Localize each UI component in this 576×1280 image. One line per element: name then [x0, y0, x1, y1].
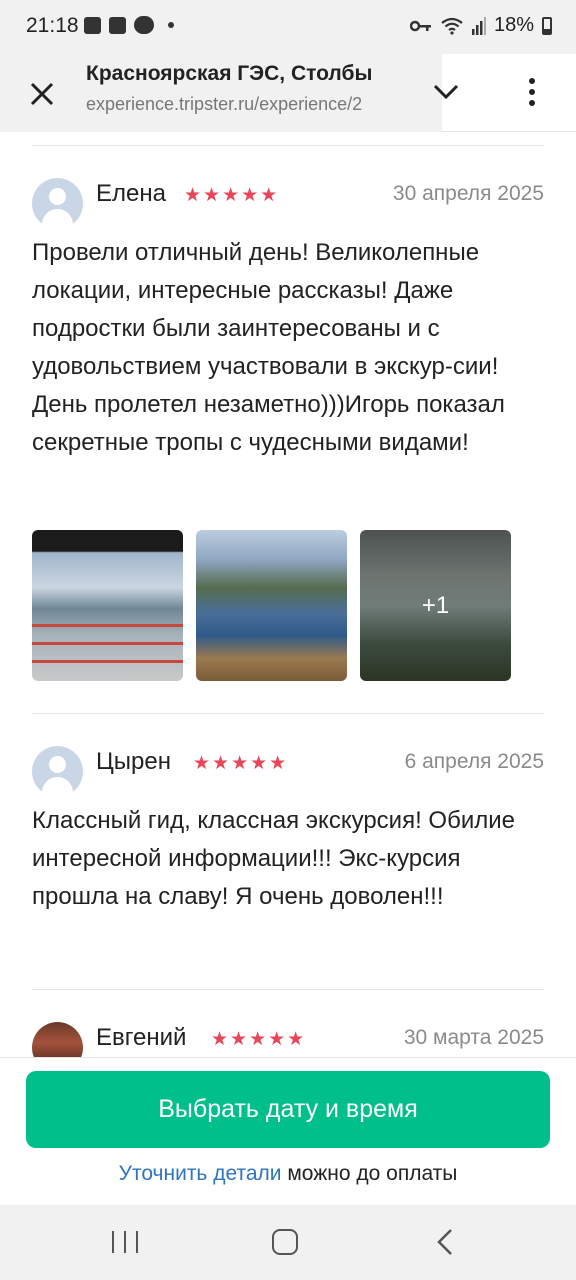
review-author: Елена	[96, 180, 166, 207]
system-status: 18%	[409, 14, 552, 37]
close-tab-button[interactable]	[20, 72, 64, 116]
review-author: Цырен	[96, 748, 171, 775]
avatar	[32, 746, 83, 797]
review-photo[interactable]	[32, 530, 183, 681]
expand-button[interactable]	[426, 72, 466, 112]
review-date: 30 апреля 2025	[392, 182, 544, 205]
clarify-details-link[interactable]: Уточнить детали	[119, 1162, 282, 1185]
divider	[32, 989, 544, 990]
review-text: Провели отличный день! Великолепные лока…	[32, 239, 505, 456]
wifi-icon	[441, 17, 463, 35]
close-icon	[30, 82, 54, 106]
battery-percent: 18%	[493, 14, 534, 36]
review-date: 6 апреля 2025	[404, 750, 544, 773]
recent-apps-button[interactable]	[112, 1231, 138, 1253]
avatar	[32, 1022, 83, 1057]
more-dot	[529, 100, 535, 106]
chevron-down-icon	[433, 84, 459, 100]
signal-icon	[471, 16, 486, 35]
status-bar: 21:18 18%	[0, 0, 576, 54]
back-icon[interactable]	[436, 1227, 454, 1257]
booking-panel: Выбрать дату и время Уточнить детали мож…	[0, 1057, 576, 1205]
battery-icon	[542, 16, 552, 35]
divider	[32, 713, 544, 714]
review-photos: +1	[32, 530, 511, 681]
review-text: Классный гид, классная экскурсия! Обилие…	[32, 807, 515, 910]
more-options-button[interactable]	[512, 70, 552, 114]
payment-note: Уточнить детали можно до оплаты	[0, 1162, 576, 1186]
browser-toolbar: Красноярская ГЭС, Столбы experience.trip…	[0, 54, 576, 132]
more-photos-count: +1	[421, 591, 450, 619]
payment-note-text: можно до оплаты	[281, 1162, 458, 1185]
more-dot	[529, 78, 535, 84]
review-item: Евгений ★★★★★ 30 марта 2025	[32, 1022, 544, 1057]
dot-icon	[168, 22, 174, 28]
review-author: Евгений	[96, 1024, 187, 1051]
home-button[interactable]	[272, 1229, 298, 1255]
more-dot	[529, 89, 535, 95]
review-photo-more[interactable]: +1	[360, 530, 511, 681]
review-photo[interactable]	[196, 530, 347, 681]
chat-icon	[134, 16, 154, 34]
reviews-list[interactable]: Елена ★★★★★ 30 апреля 2025 Провели отлич…	[0, 132, 576, 1057]
rating-stars: ★★★★★	[211, 1029, 307, 1050]
divider	[32, 145, 544, 146]
choose-date-button[interactable]: Выбрать дату и время	[26, 1071, 550, 1148]
check-icon	[109, 16, 126, 34]
page-url[interactable]: experience.tripster.ru/experience/2	[86, 94, 404, 115]
review-date: 30 марта 2025	[403, 1026, 544, 1049]
image-icon	[84, 16, 101, 34]
key-icon	[409, 20, 431, 31]
status-time: 21:18	[26, 14, 79, 37]
navigation-bar	[0, 1205, 576, 1280]
rating-stars: ★★★★★	[193, 753, 289, 774]
avatar	[32, 178, 83, 229]
review-item: Елена ★★★★★ 30 апреля 2025 Провели отлич…	[32, 178, 544, 688]
page-title: Красноярская ГЭС, Столбы	[86, 62, 373, 85]
rating-stars: ★★★★★	[184, 185, 280, 206]
review-item: Цырен ★★★★★ 6 апреля 2025 Классный гид, …	[32, 746, 544, 976]
notification-icons	[84, 16, 174, 34]
